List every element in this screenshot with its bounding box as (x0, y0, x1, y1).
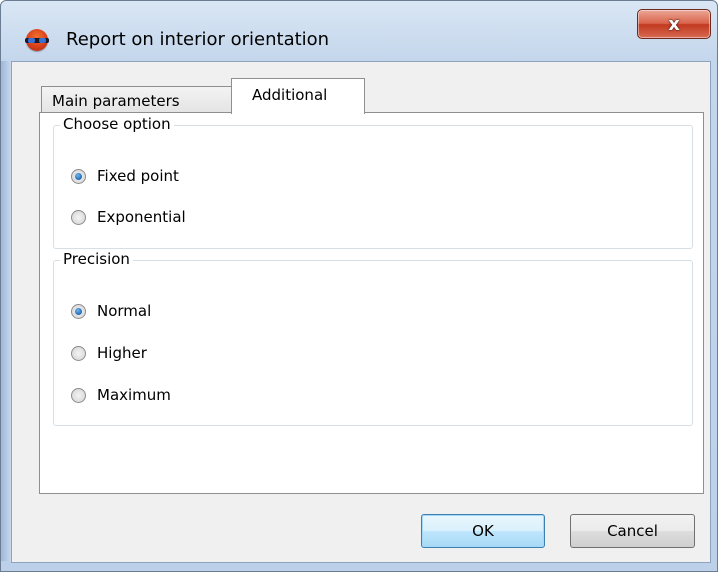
radio-label: Normal (97, 302, 152, 320)
tab-additional[interactable]: Additional (231, 78, 365, 114)
radio-button[interactable] (71, 209, 86, 225)
dialog-window: Report on interior orientation x Main pa… (0, 0, 718, 572)
radio-exponential[interactable]: Exponential (71, 208, 186, 226)
radio-label: Fixed point (97, 167, 179, 185)
stereo-glasses-icon (25, 29, 49, 51)
choose-option-group: Choose option Fixed point Exponential (53, 115, 693, 249)
radio-button[interactable] (71, 387, 86, 403)
button-label: Cancel (607, 522, 658, 540)
close-icon: x (668, 13, 680, 35)
close-button[interactable]: x (637, 9, 711, 39)
radio-fixed-point[interactable]: Fixed point (71, 167, 179, 185)
radio-normal[interactable]: Normal (71, 302, 151, 320)
tab-main-parameters[interactable]: Main parameters (41, 86, 233, 113)
window-title: Report on interior orientation (66, 29, 330, 50)
window-frame-edge (1, 61, 11, 561)
dialog-body: Main parameters Additional Choose option… (11, 61, 711, 563)
radio-button-checked[interactable] (71, 303, 86, 319)
radio-label: Higher (97, 344, 147, 362)
radio-button-checked[interactable] (71, 168, 86, 184)
radio-higher[interactable]: Higher (71, 344, 147, 362)
group-title: Precision (60, 250, 133, 268)
group-title: Choose option (60, 115, 174, 133)
tab-label: Main parameters (52, 92, 180, 110)
tab-label: Additional (252, 86, 328, 104)
button-label: OK (472, 522, 494, 540)
radio-label: Maximum (97, 386, 171, 404)
radio-label: Exponential (97, 208, 186, 226)
radio-button[interactable] (71, 345, 86, 361)
cancel-button[interactable]: Cancel (570, 514, 695, 548)
ok-button[interactable]: OK (421, 514, 545, 548)
precision-group: Precision Normal Higher Maximum (53, 250, 693, 426)
radio-maximum[interactable]: Maximum (71, 386, 171, 404)
tab-panel-additional: Choose option Fixed point Exponential Pr… (39, 112, 704, 494)
